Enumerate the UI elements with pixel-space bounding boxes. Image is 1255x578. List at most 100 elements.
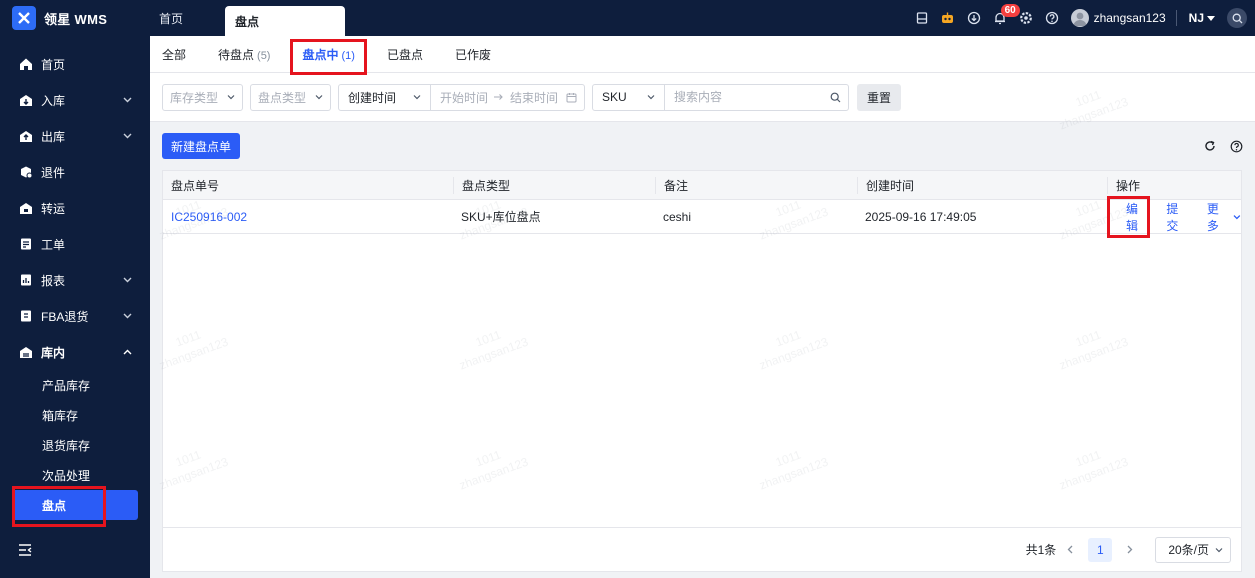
org-name: NJ <box>1188 11 1204 25</box>
sidebar-item-inbound[interactable]: 入库 <box>0 82 150 118</box>
tab-pending[interactable]: 待盘点 (5) <box>218 46 270 63</box>
refresh-icon[interactable] <box>1204 140 1216 152</box>
sidebar-subitem-box-stock[interactable]: 箱库存 <box>0 400 150 430</box>
start-date-input[interactable]: 开始时间 <box>440 89 488 106</box>
tab-all[interactable]: 全部 <box>162 46 186 63</box>
column-header: 盘点类型 <box>453 176 655 194</box>
caret-down-icon <box>1207 15 1215 21</box>
search-icon[interactable] <box>830 92 841 103</box>
chevron-down-icon <box>1233 214 1241 219</box>
chevron-down-icon <box>315 95 323 100</box>
org-switcher[interactable]: NJ <box>1189 11 1215 25</box>
column-header: 备注 <box>655 176 857 194</box>
end-date-input[interactable]: 结束时间 <box>510 89 558 106</box>
search-input[interactable] <box>665 90 831 104</box>
collapse-menu-icon[interactable] <box>18 544 34 560</box>
arrow-right-icon <box>494 94 503 100</box>
workorder-icon <box>18 236 34 252</box>
prev-page-icon[interactable] <box>1060 540 1080 560</box>
sidebar: 领星 WMS 首页 入库 出库 退件 转运 工单 报表 FBA退货 库内 产品库… <box>0 0 150 578</box>
transfer-icon <box>18 200 34 216</box>
fba-return-icon <box>18 308 34 324</box>
column-header: 盘点单号 <box>171 178 220 193</box>
return-icon <box>18 164 34 180</box>
sidebar-subitem-stocktake[interactable]: 盘点 <box>12 490 138 520</box>
sidebar-subitem-product-stock[interactable]: 产品库存 <box>0 370 150 400</box>
sidebar-item-transfer[interactable]: 转运 <box>0 190 150 226</box>
table-cell: SKU+库位盘点 <box>461 210 541 224</box>
chevron-down-icon <box>122 95 132 105</box>
stocktake-table: 盘点单号 盘点类型 备注 创建时间 操作 IC250916-002 SKU+库位… <box>162 170 1242 572</box>
sidebar-item-report[interactable]: 报表 <box>0 262 150 298</box>
table-row: IC250916-002 SKU+库位盘点 ceshi 2025-09-16 1… <box>163 200 1241 234</box>
user-name: zhangsan123 <box>1093 11 1166 25</box>
top-right-tools: 60 zhangsan123 NJ <box>909 0 1255 36</box>
sidebar-item-fba-return[interactable]: FBA退货 <box>0 298 150 334</box>
column-header: 创建时间 <box>857 176 1107 194</box>
submit-button[interactable]: 提交 <box>1166 200 1189 234</box>
tab-home[interactable]: 首页 <box>150 0 225 36</box>
chevron-down-icon <box>122 275 132 285</box>
divider <box>1175 10 1177 26</box>
chevron-down-icon <box>413 95 421 100</box>
sidebar-item-outbound[interactable]: 出库 <box>0 118 150 154</box>
help-icon[interactable] <box>1230 140 1243 153</box>
row-actions: 编辑 提交 更多 <box>1115 200 1241 234</box>
date-range-filter: 创建时间 开始时间 结束时间 <box>338 83 586 111</box>
chevron-down-icon <box>1215 547 1223 552</box>
more-actions-button[interactable]: 更多 <box>1207 200 1241 234</box>
tab-stocktake[interactable]: 盘点 <box>225 6 345 36</box>
logo: 领星 WMS <box>0 0 150 36</box>
sidebar-item-home[interactable]: 首页 <box>0 46 150 82</box>
total-count: 共1条 <box>1025 543 1057 557</box>
reset-button[interactable]: 重置 <box>857 83 902 111</box>
filter-bar: 库存类型 盘点类型 创建时间 开始时间 结束时间 SKU 重置 <box>150 72 1255 122</box>
sidebar-item-workorder[interactable]: 工单 <box>0 226 150 262</box>
page-size-select[interactable]: 20条/页 <box>1155 536 1231 563</box>
new-stocktake-button[interactable]: 新建盘点单 <box>162 133 241 159</box>
sidebar-subitem-defective[interactable]: 次品处理 <box>0 460 150 490</box>
report-icon <box>18 272 34 288</box>
page-number[interactable]: 1 <box>1088 537 1113 562</box>
column-header: 操作 <box>1107 176 1241 194</box>
search-group: SKU <box>592 83 850 111</box>
sidebar-menu: 首页 入库 出库 退件 转运 工单 报表 FBA退货 库内 产品库存 箱库存 退… <box>0 46 150 520</box>
sidebar-item-returns[interactable]: 退件 <box>0 154 150 190</box>
gear-icon[interactable] <box>1013 5 1039 31</box>
home-icon <box>18 56 34 72</box>
pagination: 共1条 1 20条/页 <box>163 527 1241 571</box>
time-field-select[interactable]: 创建时间 <box>339 84 431 110</box>
chevron-down-icon <box>227 95 235 100</box>
help-icon[interactable] <box>1039 5 1065 31</box>
sidebar-item-warehouse[interactable]: 库内 <box>0 334 150 370</box>
search-field-select[interactable]: SKU <box>593 84 666 110</box>
top-bar: 首页 盘点 60 zhangsan123 NJ <box>150 0 1255 36</box>
download-icon[interactable] <box>961 5 987 31</box>
tab-completed[interactable]: 已盘点 <box>387 46 423 63</box>
chevron-down-icon <box>122 131 132 141</box>
calendar-icon <box>566 92 577 102</box>
logo-icon <box>12 6 36 30</box>
robot-icon[interactable] <box>935 5 961 31</box>
chevron-down-icon <box>122 311 132 321</box>
stocktake-id-link[interactable]: IC250916-002 <box>171 210 247 224</box>
stock-type-select[interactable]: 库存类型 <box>162 83 243 111</box>
edit-button[interactable]: 编辑 <box>1126 200 1149 234</box>
warehouse-icon <box>18 344 34 360</box>
next-page-icon[interactable] <box>1120 540 1140 560</box>
sidebar-subitem-return-stock[interactable]: 退货库存 <box>0 430 150 460</box>
chevron-up-icon <box>122 347 132 357</box>
toolbar: 新建盘点单 <box>150 122 1255 170</box>
table-tools <box>1204 140 1243 153</box>
search-icon[interactable] <box>1227 8 1247 28</box>
bell-icon[interactable]: 60 <box>987 4 1020 31</box>
user-menu[interactable]: zhangsan123 <box>1070 9 1166 27</box>
tab-in-progress[interactable]: 盘点中 (1) <box>302 46 354 63</box>
chevron-down-icon <box>647 95 655 100</box>
avatar <box>1070 9 1089 27</box>
outbound-icon <box>18 128 34 144</box>
count-type-select[interactable]: 盘点类型 <box>250 83 331 111</box>
printer-icon[interactable] <box>909 5 935 31</box>
tab-voided[interactable]: 已作废 <box>455 46 491 63</box>
app-title: 领星 WMS <box>44 11 108 27</box>
